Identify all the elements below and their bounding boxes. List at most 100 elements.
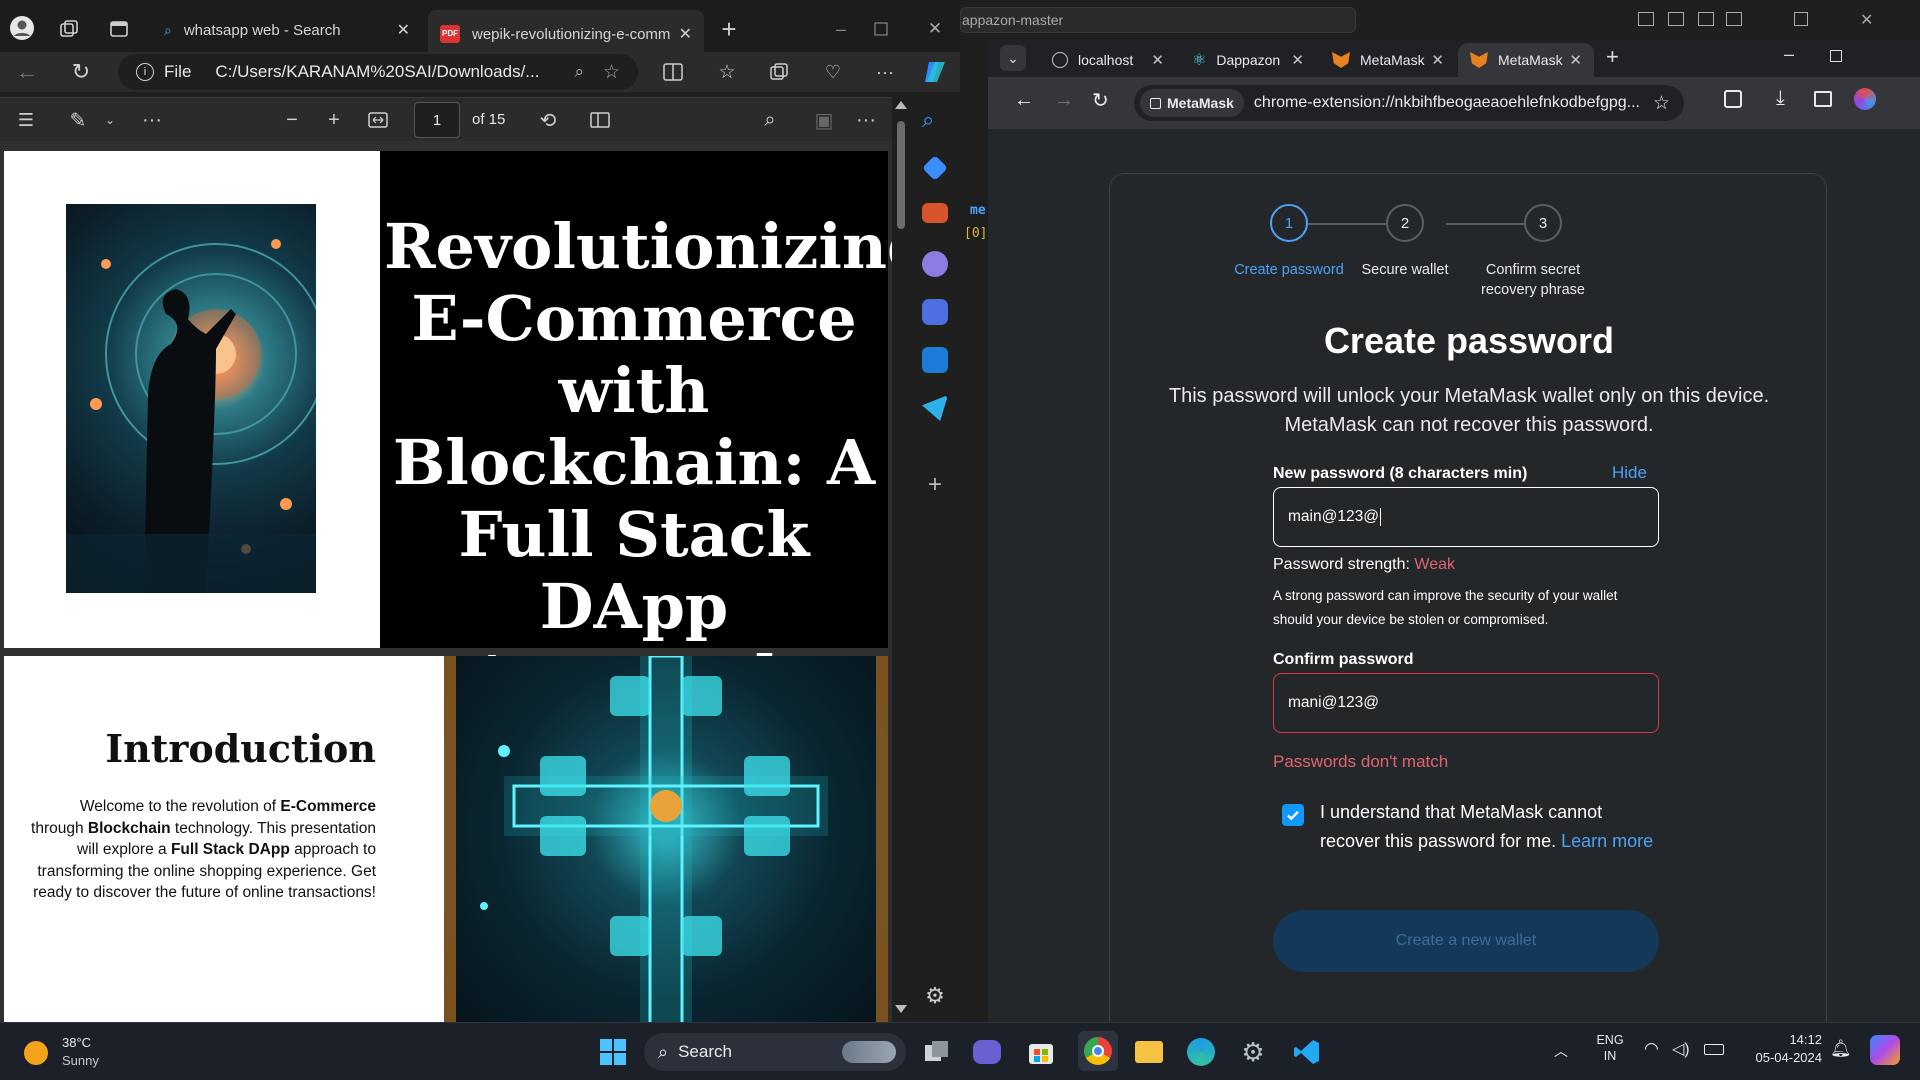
file-explorer-icon[interactable] <box>1132 1035 1166 1069</box>
favorites-icon[interactable]: ☆ <box>714 59 740 85</box>
close-tab-icon[interactable]: ✕ <box>679 24 692 44</box>
tab-search-icon[interactable]: ⌄ <box>1000 45 1026 71</box>
edge-taskbar-icon[interactable] <box>1184 1035 1218 1069</box>
fit-page-icon[interactable] <box>364 106 392 134</box>
office-icon[interactable] <box>922 299 948 325</box>
new-tab-icon[interactable]: + <box>1606 44 1619 70</box>
extensions-icon[interactable] <box>1724 90 1742 108</box>
volume-icon[interactable]: ◁) <box>1672 1039 1690 1059</box>
find-icon[interactable]: ⌕ <box>756 106 784 134</box>
vscode-close-icon[interactable]: ✕ <box>1860 10 1873 30</box>
task-view-icon[interactable] <box>920 1035 954 1069</box>
battery-icon[interactable] <box>1704 1044 1724 1055</box>
profile-avatar-icon[interactable] <box>1854 88 1876 110</box>
back-icon[interactable]: ← <box>1014 89 1034 112</box>
games-icon[interactable] <box>922 251 948 277</box>
scrollbar-thumb[interactable] <box>897 121 905 229</box>
layout-secondary-icon[interactable] <box>1698 12 1714 26</box>
confirm-password-field[interactable]: mani@123@ <box>1273 673 1659 733</box>
tab-actions-icon[interactable] <box>106 16 132 42</box>
url-box[interactable]: i File C:/Users/KARANAM%20SAI/Downloads/… <box>118 54 638 90</box>
new-tab-icon[interactable]: + <box>716 14 742 44</box>
chat-icon[interactable] <box>970 1035 1004 1069</box>
favorite-icon[interactable]: ☆ <box>603 61 620 84</box>
layout-sidebar-icon[interactable] <box>1638 12 1654 26</box>
save-icon[interactable]: ▣ <box>810 106 838 134</box>
page-view-icon[interactable] <box>586 106 614 134</box>
zoom-out-icon[interactable]: − <box>278 106 306 134</box>
omnibox[interactable]: MetaMask chrome-extension://nkbihfbeogae… <box>1134 85 1684 121</box>
notification-bell-icon[interactable]: 🔔︎ <box>1830 1039 1852 1059</box>
scroll-up-icon[interactable] <box>895 101 907 109</box>
side-panel-icon[interactable] <box>1814 91 1832 107</box>
wifi-icon[interactable]: ◠ <box>1644 1039 1659 1059</box>
language-indicator[interactable]: ENG IN <box>1592 1033 1628 1063</box>
page-number-input[interactable] <box>414 102 460 138</box>
settings-icon[interactable]: ⚙ <box>922 983 948 1009</box>
vscode-icon[interactable] <box>1290 1035 1324 1069</box>
forward-icon[interactable]: → <box>1054 89 1074 112</box>
edge-tab-search[interactable]: ⌕ whatsapp web - Search ✕ <box>152 10 422 50</box>
chrome-taskbar-icon[interactable] <box>1078 1031 1118 1071</box>
refresh-icon[interactable]: ↻ <box>68 59 94 85</box>
profile-icon[interactable] <box>8 14 36 42</box>
maximize-icon[interactable] <box>866 14 896 44</box>
bookmark-star-icon[interactable]: ☆ <box>1653 92 1670 115</box>
weather-widget[interactable]: 38°C Sunny <box>24 1033 144 1073</box>
site-chip[interactable]: MetaMask <box>1140 89 1244 117</box>
copilot-icon[interactable] <box>920 57 950 87</box>
draw-icon[interactable]: ✎ <box>64 106 92 134</box>
create-wallet-button[interactable]: Create a new wallet <box>1273 910 1659 972</box>
layout-customize-icon[interactable] <box>1726 12 1742 26</box>
outlook-icon[interactable] <box>922 347 948 373</box>
store-icon[interactable] <box>1024 1035 1058 1069</box>
restore-icon[interactable] <box>1794 12 1808 26</box>
split-screen-icon[interactable] <box>660 59 686 85</box>
learn-more-link[interactable]: Learn more <box>1561 831 1653 851</box>
new-password-field[interactable]: main@123@ <box>1273 487 1659 547</box>
zoom-in-icon[interactable]: + <box>320 106 348 134</box>
pdf-more-icon[interactable]: ··· <box>852 106 880 134</box>
tools-icon[interactable] <box>922 203 948 223</box>
layout-panel-icon[interactable] <box>1668 12 1684 26</box>
workspaces-icon[interactable] <box>56 16 82 42</box>
pdf-viewer[interactable]: Revolutionizing E-Commerce with Blockcha… <box>0 141 892 1022</box>
maximize-icon[interactable] <box>1830 50 1842 62</box>
reload-icon[interactable]: ↻ <box>1092 88 1109 113</box>
start-icon[interactable] <box>596 1035 630 1069</box>
sidebar-search-icon[interactable]: ⌕ <box>922 107 948 133</box>
more-options-icon[interactable]: ··· <box>872 59 898 85</box>
rotate-icon[interactable]: ⟲ <box>534 106 562 134</box>
close-window-icon[interactable]: ✕ <box>920 14 950 44</box>
terms-checkbox[interactable] <box>1282 804 1304 826</box>
download-icon[interactable]: ⤓ <box>1776 87 1785 110</box>
copilot-taskbar-icon[interactable] <box>1870 1035 1900 1065</box>
minimize-icon[interactable]: – <box>826 14 856 44</box>
hide-password-button[interactable]: Hide <box>1612 463 1647 483</box>
chrome-tab-metamask-2[interactable]: MetaMask ✕ <box>1458 43 1594 77</box>
close-tab-icon[interactable]: ✕ <box>1291 51 1304 69</box>
zoom-icon[interactable]: ⌕ <box>574 62 584 82</box>
clock[interactable]: 14:12 05-04-2024 <box>1726 1032 1823 1065</box>
shopping-icon[interactable] <box>922 155 948 181</box>
telegram-icon[interactable] <box>922 395 948 421</box>
edge-tab-pdf[interactable]: PDF wepik-revolutionizing-e-comm ✕ <box>428 10 704 58</box>
chrome-tab-dappazon[interactable]: ⚛ Dappazon ✕ <box>1180 43 1316 77</box>
settings-app-icon[interactable]: ⚙ <box>1236 1035 1270 1069</box>
back-icon[interactable]: ← <box>14 59 40 85</box>
close-tab-icon[interactable]: ✕ <box>1431 51 1444 69</box>
show-hidden-icons[interactable]: ︿ <box>1554 1041 1568 1061</box>
more-tools-icon[interactable]: ··· <box>138 106 166 134</box>
chrome-tab-localhost[interactable]: localhost ✕ <box>1040 43 1176 77</box>
close-tab-icon[interactable]: ✕ <box>1569 51 1582 69</box>
contents-icon[interactable]: ☰ <box>12 106 40 134</box>
taskbar-search[interactable]: ⌕ Search <box>644 1033 906 1071</box>
add-sidebar-icon[interactable]: + <box>922 471 948 498</box>
chrome-tab-metamask-1[interactable]: MetaMask ✕ <box>1320 43 1456 77</box>
collections-icon[interactable] <box>766 59 792 85</box>
chevron-down-icon[interactable]: ⌄ <box>96 106 124 134</box>
minimize-icon[interactable]: – <box>1784 44 1794 65</box>
close-tab-icon[interactable]: ✕ <box>397 20 410 40</box>
browser-essentials-icon[interactable]: ♡ <box>820 59 846 85</box>
pdf-scrollbar[interactable] <box>892 97 910 1022</box>
